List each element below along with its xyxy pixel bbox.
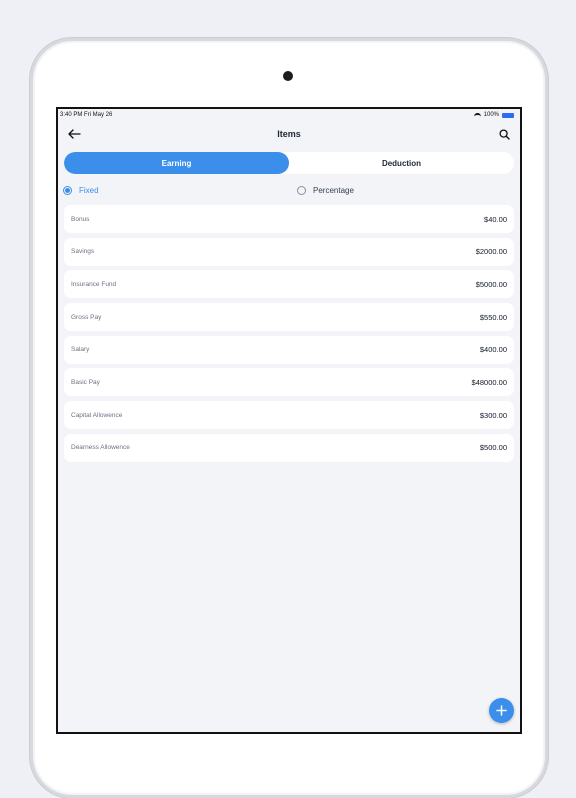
- item-label: Basic Pay: [71, 378, 100, 386]
- item-value: $400.00: [479, 345, 507, 355]
- radio-fixed-label: Fixed: [79, 185, 99, 195]
- list-item[interactable]: Basic Pay $48000.00: [64, 368, 514, 397]
- status-bar: 3:40 PM Fri May 26 100%: [58, 109, 520, 121]
- front-camera: [283, 71, 293, 81]
- item-label: Insurance Fund: [71, 280, 117, 288]
- plus-icon: [496, 705, 507, 716]
- amount-type-options: Fixed Percentage: [58, 179, 520, 201]
- item-value: $500.00: [479, 443, 507, 453]
- list-item[interactable]: Insurance Fund $5000.00: [64, 270, 514, 299]
- radio-percentage[interactable]: Percentage: [297, 185, 354, 195]
- radio-selected-icon[interactable]: [63, 185, 72, 195]
- nav-bar: Items: [58, 121, 520, 147]
- status-indicators: 100%: [473, 112, 514, 118]
- search-icon[interactable]: [496, 126, 512, 142]
- wifi-icon: [473, 112, 481, 118]
- item-value: $2000.00: [475, 247, 507, 257]
- list-item[interactable]: Gross Pay $550.00: [64, 303, 514, 332]
- item-value: $48000.00: [471, 377, 507, 387]
- item-label: Capital Allowence: [71, 411, 123, 419]
- radio-unselected-icon[interactable]: [297, 185, 306, 195]
- list-item[interactable]: Bonus $40.00: [64, 205, 514, 233]
- list-item[interactable]: Savings $2000.00: [64, 237, 514, 266]
- list-item[interactable]: Salary $400.00: [64, 335, 514, 364]
- battery-percent: 100%: [483, 112, 499, 118]
- tab-earning[interactable]: Earning: [64, 152, 289, 174]
- radio-fixed[interactable]: Fixed: [63, 185, 297, 195]
- list-item[interactable]: Capital Allowence $300.00: [64, 401, 514, 430]
- list-item[interactable]: Dearness Allowence $500.00: [64, 433, 514, 462]
- app: 3:40 PM Fri May 26 100% Items Earning De…: [58, 109, 520, 732]
- arrow-left-icon[interactable]: [66, 126, 82, 142]
- item-value: $5000.00: [475, 279, 507, 289]
- battery-icon: [502, 112, 514, 118]
- item-label: Dearness Allowence: [71, 444, 130, 452]
- earning-deduction-tabs: Earning Deduction: [64, 152, 514, 174]
- add-item-button[interactable]: [489, 698, 514, 723]
- status-time: 3:40 PM Fri May 26: [60, 112, 113, 118]
- item-label: Bonus: [71, 215, 90, 223]
- item-value: $40.00: [484, 214, 507, 224]
- item-label: Salary: [71, 346, 90, 354]
- item-label: Savings: [71, 248, 95, 256]
- screen: 3:40 PM Fri May 26 100% Items Earning De…: [56, 107, 522, 734]
- radio-percentage-label: Percentage: [313, 185, 354, 195]
- item-value: $300.00: [479, 410, 507, 420]
- tab-deduction[interactable]: Deduction: [289, 152, 514, 174]
- item-label: Gross Pay: [71, 313, 102, 321]
- page-title: Items: [277, 129, 301, 139]
- item-value: $550.00: [479, 312, 507, 322]
- items-list: Bonus $40.00 Savings $2000.00 Insurance …: [64, 205, 514, 462]
